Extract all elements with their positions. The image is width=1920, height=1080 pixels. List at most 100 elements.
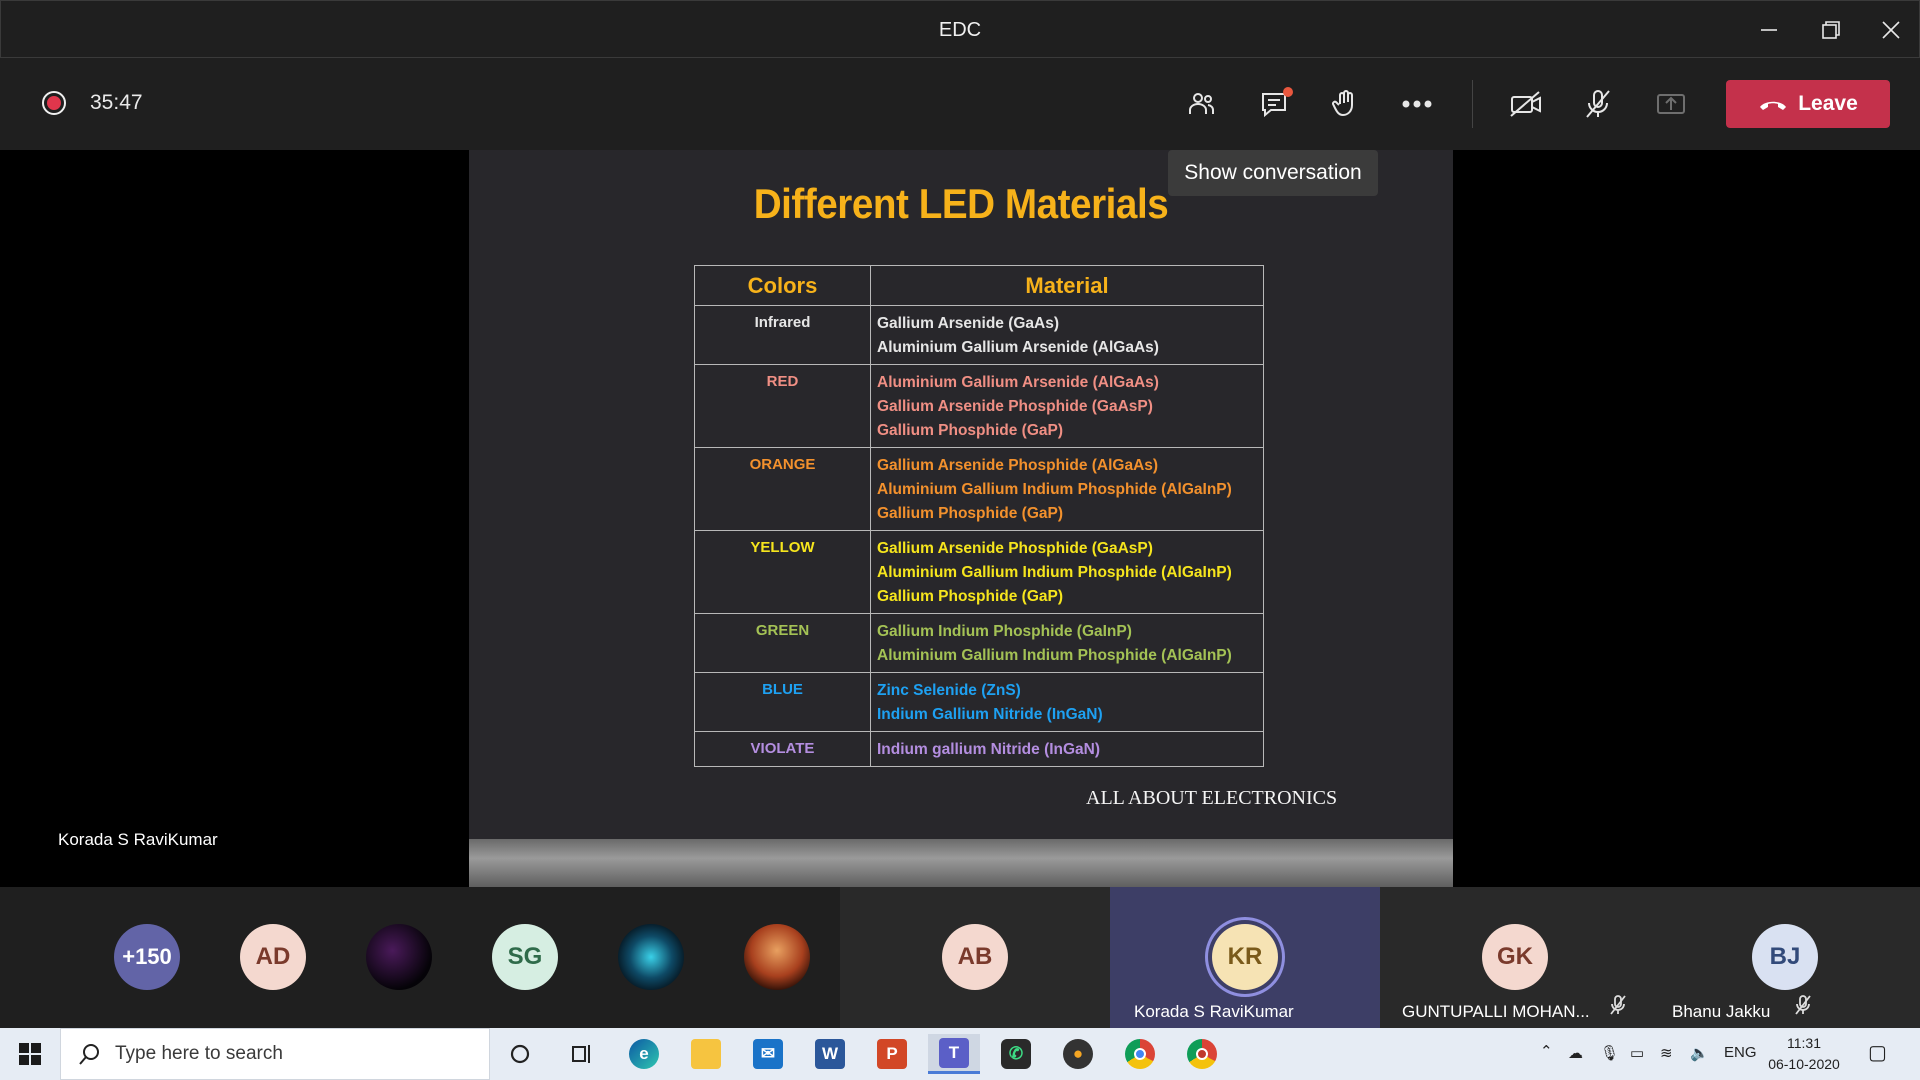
more-actions-button[interactable] — [1395, 82, 1439, 126]
material-item: Gallium Phosphide (GaP) — [877, 588, 1064, 605]
material-item: Aluminium Gallium Arsenide (AlGaAs) — [877, 374, 1159, 391]
taskbar-mail[interactable]: ✉ — [742, 1034, 794, 1074]
windows-logo-icon — [19, 1043, 41, 1065]
people-icon — [1189, 93, 1214, 114]
tray-chevron-up-icon[interactable]: ⌃ — [1540, 1042, 1553, 1060]
camera-off-icon — [1510, 91, 1541, 117]
media-player-icon: ● — [1063, 1039, 1093, 1069]
taskbar-file-explorer[interactable] — [680, 1034, 732, 1074]
mail-icon: ✉ — [753, 1039, 783, 1069]
color-name-cell: GREEN — [694, 613, 871, 673]
participant-avatar-ab: AB — [942, 924, 1008, 990]
material-list-cell: Gallium Arsenide (GaAs) Aluminium Gallium… — [870, 305, 1264, 365]
table-row: VIOLATE Indium gallium Nitride (InGaN) — [694, 731, 1264, 767]
folder-icon — [691, 1039, 721, 1069]
camera-toggle-button[interactable] — [1504, 82, 1548, 126]
volume-icon[interactable]: 🔈 — [1690, 1044, 1709, 1062]
battery-icon[interactable]: ▭ — [1630, 1044, 1644, 1062]
share-screen-button[interactable] — [1649, 82, 1693, 126]
start-button[interactable] — [0, 1028, 60, 1080]
taskbar-word[interactable]: W — [804, 1034, 856, 1074]
material-item: Gallium Arsenide Phosphide (GaAsP) — [877, 398, 1153, 415]
chrome-profile-icon — [1187, 1039, 1217, 1069]
material-list-cell: Aluminium Gallium Arsenide (AlGaAs) Galli… — [870, 364, 1264, 448]
mic-off-icon — [1586, 90, 1610, 118]
material-list-cell: Gallium Arsenide Phosphide (AlGaAs) Alumi… — [870, 447, 1264, 531]
participant-tile-gk[interactable]: GK GUNTUPALLI MOHAN... — [1380, 887, 1650, 1028]
toolbar-separator — [1472, 80, 1473, 128]
table-row: GREEN Gallium Indium Phosphide (GaInP) Alu… — [694, 613, 1264, 673]
more-icon — [1402, 100, 1432, 108]
wifi-icon[interactable]: ≋ — [1660, 1044, 1673, 1062]
meeting-toolbar: 35:47 Leave — [0, 58, 1920, 150]
table-header-colors: Colors — [694, 265, 871, 306]
word-icon: W — [815, 1039, 845, 1069]
color-name-cell: BLUE — [694, 672, 871, 732]
participant-avatar-emblem[interactable] — [618, 924, 684, 990]
participant-tile-kr[interactable]: KR Korada S RaviKumar — [1110, 887, 1380, 1028]
leave-button[interactable]: Leave — [1726, 80, 1890, 128]
raise-hand-button[interactable] — [1323, 82, 1367, 126]
cortana-button[interactable] — [494, 1034, 546, 1074]
participant-avatar-kr: KR — [1212, 924, 1278, 990]
material-item: Gallium Arsenide Phosphide (AlGaAs) — [877, 457, 1159, 474]
cortana-icon — [510, 1044, 530, 1064]
material-item: Gallium Arsenide (GaAs) — [877, 315, 1060, 332]
material-item: Aluminium Gallium Indium Phosphide (AlGa… — [877, 481, 1232, 498]
table-row: Infrared Gallium Arsenide (GaAs) Aluminium… — [694, 305, 1264, 365]
participant-tile-ab[interactable]: AB — [840, 887, 1110, 1028]
window-title: EDC — [938, 19, 982, 41]
clock-date: 06-10-2020 — [1768, 1056, 1840, 1072]
taskbar-whatsapp[interactable]: ✆ — [990, 1034, 1042, 1074]
taskbar-chrome-profile[interactable] — [1176, 1034, 1228, 1074]
participant-avatar-gk: GK — [1482, 924, 1548, 990]
taskbar-teams[interactable]: T — [928, 1034, 980, 1074]
task-view-button[interactable] — [556, 1034, 608, 1074]
participant-tile-bj[interactable]: BJ Bhanu Jakku — [1650, 887, 1920, 1028]
onedrive-icon[interactable]: ☁ — [1568, 1044, 1583, 1062]
recording-icon — [42, 91, 66, 115]
teams-icon: T — [939, 1037, 969, 1068]
participant-avatar-ad[interactable]: AD — [240, 924, 306, 990]
material-item: Indium gallium Nitride (InGaN) — [877, 741, 1101, 758]
whatsapp-icon: ✆ — [1001, 1039, 1031, 1069]
muted-icon — [1609, 995, 1627, 1020]
presenter-name: Korada S RaviKumar — [58, 830, 218, 849]
participants-button[interactable] — [1179, 82, 1223, 126]
overflow-participants-button[interactable]: +150 — [114, 924, 180, 990]
hang-up-icon — [1760, 101, 1787, 110]
material-list-cell: Gallium Arsenide Phosphide (GaAsP) Alumin… — [870, 530, 1264, 614]
window-title-bar: EDC — [0, 0, 1920, 58]
taskbar-search-box[interactable]: Type here to search — [60, 1028, 490, 1080]
taskbar-powerpoint[interactable]: P — [866, 1034, 918, 1074]
taskbar-media-player[interactable]: ● — [1052, 1034, 1104, 1074]
table-row: BLUE Zinc Selenide (ZnS) Indium Gallium Ni… — [694, 672, 1264, 732]
participant-avatar-dancer[interactable] — [744, 924, 810, 990]
material-item: Aluminium Gallium Arsenide (AlGaAs) — [877, 339, 1159, 356]
chrome-icon — [1125, 1039, 1155, 1069]
color-name-cell: ORANGE — [694, 447, 871, 531]
participant-avatar-photo[interactable] — [366, 924, 432, 990]
show-conversation-button[interactable] — [1252, 82, 1296, 126]
material-item: Aluminium Gallium Indium Phosphide (AlGa… — [877, 564, 1232, 581]
participant-avatar-sg[interactable]: SG — [492, 924, 558, 990]
notification-center-icon[interactable]: ▢ — [1868, 1040, 1887, 1065]
edge-icon: e — [629, 1039, 659, 1069]
material-item: Aluminium Gallium Indium Phosphide (AlGa… — [877, 647, 1232, 664]
close-button[interactable] — [1855, 1, 1920, 59]
taskbar-clock[interactable]: 11:31 06-10-2020 — [1766, 1033, 1842, 1075]
material-item: Indium Gallium Nitride (InGaN) — [877, 706, 1103, 723]
minimize-icon — [1761, 29, 1777, 31]
language-indicator[interactable]: ENG — [1724, 1044, 1757, 1061]
microphone-tray-icon[interactable]: 🎙 — [1600, 1044, 1619, 1062]
material-item: Gallium Indium Phosphide (GaInP) — [877, 623, 1132, 640]
taskbar-edge[interactable]: e — [618, 1034, 670, 1074]
windows-taskbar: Type here to search e ✉ W P T ✆ ● ⌃ ☁ 🎙 … — [0, 1028, 1920, 1080]
notification-dot — [1283, 87, 1293, 97]
taskbar-chrome[interactable] — [1114, 1034, 1166, 1074]
tooltip-show-conversation: Show conversation — [1168, 150, 1378, 196]
mic-toggle-button[interactable] — [1576, 82, 1620, 126]
table-row: ORANGE Gallium Arsenide Phosphide (AlGaAs… — [694, 447, 1264, 531]
task-view-icon — [572, 1045, 590, 1063]
presentation-slide: Different LED Materials Colors Material … — [469, 150, 1453, 839]
